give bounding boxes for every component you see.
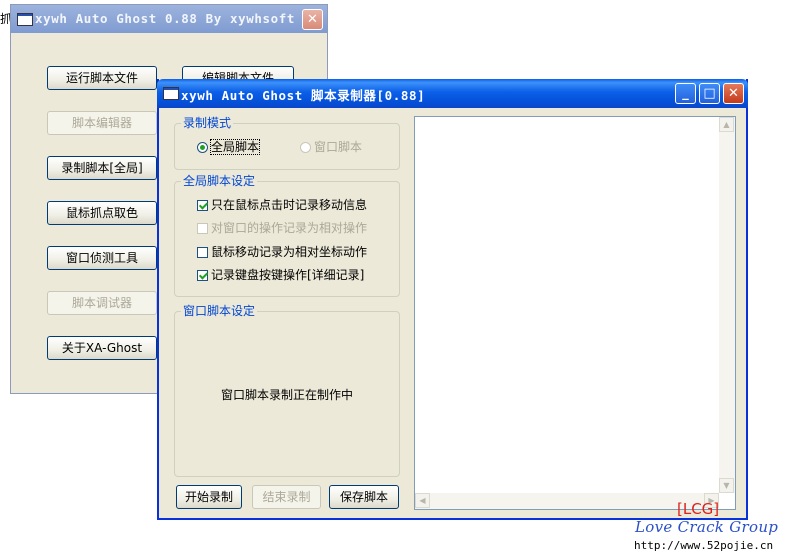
radio-selected-icon bbox=[197, 142, 208, 153]
horizontal-scrollbar[interactable]: ◀ ▶ bbox=[415, 493, 719, 509]
radio-label: 窗口脚本 bbox=[314, 140, 363, 154]
window-settings-title: 窗口脚本设定 bbox=[181, 304, 258, 318]
scroll-left-icon[interactable]: ◀ bbox=[415, 493, 430, 508]
radio-window-script[interactable]: 窗口脚本 bbox=[300, 138, 362, 155]
start-record-button[interactable]: 开始录制 bbox=[176, 485, 242, 509]
checkbox-label: 鼠标移动记录为相对坐标动作 bbox=[211, 245, 368, 259]
window-detect-button[interactable]: 窗口侦测工具 bbox=[47, 246, 157, 270]
vertical-scrollbar[interactable]: ▲ ▼ bbox=[719, 117, 735, 493]
app-window-icon bbox=[17, 13, 33, 26]
checkbox-unchecked-icon bbox=[197, 247, 208, 258]
main-window-titlebar[interactable]: xywh Auto Ghost 0.88 By xywhsoft ✕ bbox=[11, 5, 327, 33]
script-debugger-button[interactable]: 脚本调试器 bbox=[47, 291, 157, 315]
run-script-button[interactable]: 运行脚本文件 bbox=[47, 66, 157, 90]
scroll-down-icon[interactable]: ▼ bbox=[719, 478, 734, 493]
record-global-button[interactable]: 录制脚本[全局] bbox=[47, 156, 157, 180]
watermark-group: Love Crack Group bbox=[635, 518, 779, 536]
window-settings-group: 窗口脚本设定 窗口脚本录制正在制作中 bbox=[174, 304, 400, 477]
stop-record-button[interactable]: 结束录制 bbox=[252, 485, 321, 509]
close-icon[interactable]: ✕ bbox=[302, 9, 323, 30]
global-settings-group: 全局脚本设定 只在鼠标点击时记录移动信息 对窗口的操作记录为相对操作 鼠标移动记… bbox=[174, 174, 400, 297]
global-settings-title: 全局脚本设定 bbox=[181, 174, 258, 188]
window-settings-message: 窗口脚本录制正在制作中 bbox=[220, 388, 353, 402]
checkbox-checked-icon bbox=[197, 270, 208, 281]
minimize-icon[interactable]: _ bbox=[675, 83, 696, 104]
watermark-url: http://www.52pojie.cn bbox=[634, 539, 774, 552]
checkbox-label: 记录键盘按键操作[详细记录] bbox=[211, 268, 365, 282]
recorder-window-title: xywh Auto Ghost 脚本录制器[0.88] bbox=[181, 88, 426, 103]
close-icon[interactable]: ✕ bbox=[723, 83, 744, 104]
mouse-pick-color-button[interactable]: 鼠标抓点取色 bbox=[47, 201, 157, 225]
recorder-window-titlebar[interactable]: xywh Auto Ghost 脚本录制器[0.88] _ □ ✕ bbox=[157, 79, 748, 108]
maximize-icon[interactable]: □ bbox=[699, 83, 720, 104]
about-button[interactable]: 关于XA-Ghost bbox=[47, 336, 157, 360]
checkbox-label: 只在鼠标点击时记录移动信息 bbox=[211, 198, 368, 212]
record-mode-group: 录制模式 全局脚本 窗口脚本 bbox=[174, 116, 400, 170]
watermark-tag: [LCG] bbox=[677, 500, 720, 518]
checkbox-checked-icon bbox=[197, 200, 208, 211]
script-editor-button[interactable]: 脚本编辑器 bbox=[47, 111, 157, 135]
checkbox-window-relative[interactable]: 对窗口的操作记录为相对操作 bbox=[197, 219, 367, 236]
checkbox-mouse-relative[interactable]: 鼠标移动记录为相对坐标动作 bbox=[197, 243, 367, 260]
save-script-button[interactable]: 保存脚本 bbox=[329, 485, 399, 509]
scroll-up-icon[interactable]: ▲ bbox=[719, 117, 734, 132]
radio-label: 全局脚本 bbox=[209, 139, 261, 155]
app-window-icon bbox=[163, 87, 179, 100]
record-mode-title: 录制模式 bbox=[181, 116, 234, 130]
script-text-area[interactable]: ▲ ▼ ◀ ▶ bbox=[414, 116, 736, 510]
radio-global-script[interactable]: 全局脚本 bbox=[197, 138, 261, 155]
radio-unselected-icon bbox=[300, 142, 311, 153]
checkbox-label: 对窗口的操作记录为相对操作 bbox=[211, 221, 368, 235]
checkbox-record-keyboard[interactable]: 记录键盘按键操作[详细记录] bbox=[197, 266, 364, 283]
main-window-title: xywh Auto Ghost 0.88 By xywhsoft bbox=[35, 11, 296, 26]
checkbox-record-move-on-click[interactable]: 只在鼠标点击时记录移动信息 bbox=[197, 196, 367, 213]
recorder-window: xywh Auto Ghost 脚本录制器[0.88] _ □ ✕ 录制模式 全… bbox=[157, 79, 748, 520]
checkbox-unchecked-icon bbox=[197, 223, 208, 234]
